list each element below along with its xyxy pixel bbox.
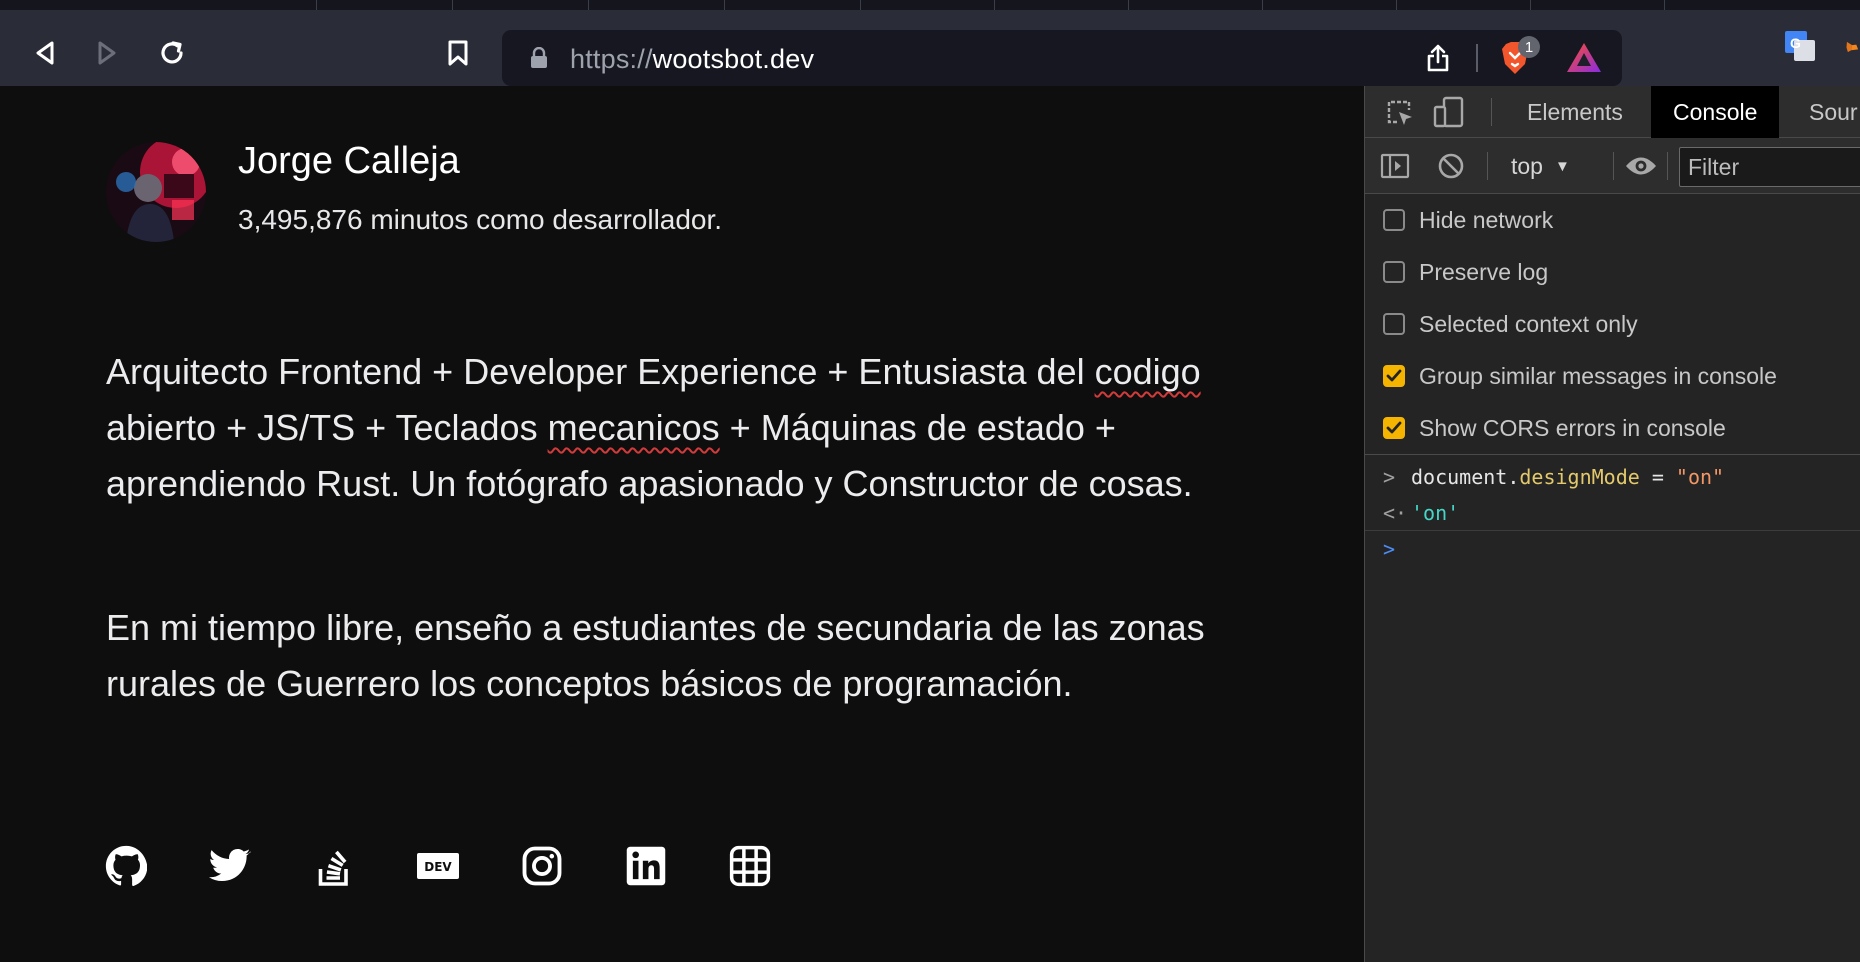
option-selected-context-only[interactable]: Selected context only xyxy=(1383,304,1638,344)
instagram-icon xyxy=(522,846,562,886)
linkedin-link[interactable] xyxy=(624,844,668,888)
devto-link[interactable]: DEV xyxy=(416,844,460,888)
checkmark-icon xyxy=(1386,421,1402,434)
result-arrow-icon: <· xyxy=(1383,501,1408,525)
bio-paragraph-2[interactable]: En mi tiempo libre, enseño a estudiantes… xyxy=(106,600,1246,712)
bookmark-button[interactable] xyxy=(437,32,479,74)
context-selector-value: top xyxy=(1511,152,1543,179)
github-link[interactable] xyxy=(104,844,148,888)
stackoverflow-icon xyxy=(318,850,348,886)
tab-sources[interactable]: Sour xyxy=(1809,86,1858,138)
option-group-similar[interactable]: Group similar messages in console xyxy=(1383,356,1777,396)
console-filter-input[interactable] xyxy=(1679,147,1860,187)
device-toolbar-icon[interactable] xyxy=(1431,94,1467,130)
developer-minutes-subtitle: 3,495,876 minutos como desarrollador. xyxy=(238,204,723,235)
context-selector[interactable]: top ▼ xyxy=(1511,138,1570,194)
github-icon xyxy=(105,845,147,886)
option-show-cors-errors[interactable]: Show CORS errors in console xyxy=(1383,408,1726,448)
spellcheck-word[interactable]: mecanicos xyxy=(548,407,720,448)
bio-paragraph-1[interactable]: Arquitecto Frontend + Developer Experien… xyxy=(106,344,1246,512)
twitter-link[interactable] xyxy=(208,844,252,888)
devtools-tab-bar: Elements Console Sour xyxy=(1365,86,1860,138)
tab-console[interactable]: Console xyxy=(1651,86,1780,138)
svg-text:G: G xyxy=(1790,35,1801,51)
inspect-element-icon[interactable] xyxy=(1383,96,1417,130)
checkbox-checked[interactable] xyxy=(1383,417,1405,439)
console-prompt[interactable]: > xyxy=(1383,534,1411,564)
live-expression-eye-icon[interactable] xyxy=(1623,150,1659,182)
polywork-icon xyxy=(729,845,771,887)
forward-button[interactable] xyxy=(86,32,128,74)
linkedin-icon xyxy=(626,846,666,886)
checkmark-icon xyxy=(1386,369,1402,382)
polywork-link[interactable] xyxy=(728,844,772,888)
avatar xyxy=(106,142,206,242)
tab-elements[interactable]: Elements xyxy=(1527,86,1623,138)
shields-count-badge: 1 xyxy=(1518,36,1540,58)
show-sidebar-icon[interactable] xyxy=(1379,150,1411,182)
urlbar-divider xyxy=(1476,44,1478,72)
spellcheck-word[interactable]: codigo xyxy=(1095,351,1201,392)
translate-extension-icon[interactable]: G xyxy=(1782,28,1818,64)
checkbox-checked[interactable] xyxy=(1383,365,1405,387)
clear-console-icon[interactable] xyxy=(1435,150,1467,182)
checkbox[interactable] xyxy=(1383,313,1405,335)
page-content: Jorge Calleja 3,495,876 minutos como des… xyxy=(0,86,1364,962)
reload-icon xyxy=(161,41,183,64)
tab-strip xyxy=(0,0,1860,10)
brave-rewards-icon[interactable] xyxy=(1564,40,1604,76)
bookmark-icon xyxy=(448,40,468,66)
back-button[interactable] xyxy=(24,32,66,74)
lock-icon xyxy=(528,46,550,70)
browser-toolbar: https://wootsbot.dev 1 G xyxy=(0,10,1860,86)
stackoverflow-link[interactable] xyxy=(312,844,356,888)
option-preserve-log[interactable]: Preserve log xyxy=(1383,252,1548,292)
url-text[interactable]: https://wootsbot.dev xyxy=(570,44,814,75)
svg-text:DEV: DEV xyxy=(424,860,452,874)
devto-icon: DEV xyxy=(417,853,459,879)
address-bar[interactable]: https://wootsbot.dev 1 xyxy=(502,30,1622,86)
dropdown-arrow-icon: ▼ xyxy=(1554,157,1570,175)
prompt-chevron-icon: > xyxy=(1383,537,1396,561)
reload-button[interactable] xyxy=(151,32,193,74)
back-icon xyxy=(36,41,54,65)
metamask-extension-icon[interactable] xyxy=(1846,30,1860,64)
forward-icon xyxy=(98,41,116,65)
profile-name: Jorge Calleja xyxy=(238,140,460,182)
share-icon[interactable] xyxy=(1422,42,1454,74)
checkbox[interactable] xyxy=(1383,209,1405,231)
console-toolbar: top ▼ xyxy=(1365,138,1860,194)
devtools-panel: Elements Console Sour top ▼ Hide network… xyxy=(1364,86,1860,962)
input-chevron-icon: > xyxy=(1383,465,1396,489)
console-input-entry[interactable]: > document. designMode = "on" xyxy=(1383,462,1724,492)
console-result-entry[interactable]: <·'on' xyxy=(1383,498,1459,528)
option-hide-network[interactable]: Hide network xyxy=(1383,200,1553,240)
checkbox[interactable] xyxy=(1383,261,1405,283)
twitter-icon xyxy=(209,848,251,882)
instagram-link[interactable] xyxy=(520,844,564,888)
